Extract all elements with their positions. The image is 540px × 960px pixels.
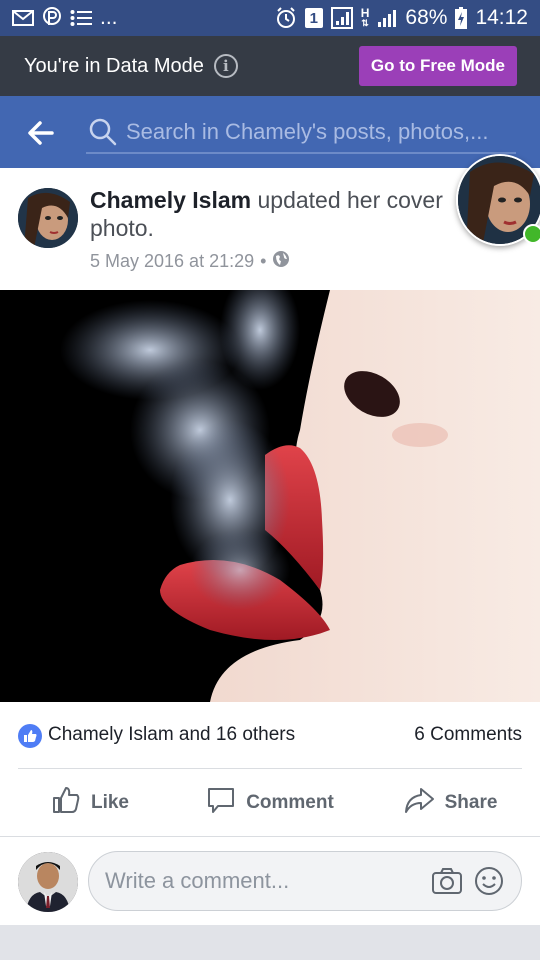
comments-count[interactable]: 6 Comments — [414, 724, 522, 746]
facebook-post-page: ... 1 H ⇅ 68% 14:12 You're in Data Mode … — [0, 0, 540, 960]
battery-charging-icon — [455, 7, 468, 29]
list-icon — [70, 9, 92, 27]
battery-percent: 68% — [405, 6, 448, 29]
comment-label: Comment — [246, 792, 334, 813]
data-mode-bar: You're in Data Mode i Go to Free Mode — [0, 36, 540, 96]
network-type-label: H — [360, 6, 370, 20]
like-label: Like — [90, 792, 130, 813]
parking-icon — [42, 7, 62, 29]
data-mode-message: You're in Data Mode — [24, 54, 204, 77]
mail-icon — [12, 10, 34, 26]
like-reaction-icon — [18, 724, 42, 748]
share-button[interactable]: Share — [360, 770, 540, 836]
comment-box[interactable] — [88, 851, 522, 911]
comment-input[interactable] — [105, 868, 421, 894]
like-button[interactable]: Like — [0, 770, 180, 836]
reactions-summary[interactable]: Chamely Islam and 16 others — [48, 724, 295, 746]
author-avatar[interactable] — [18, 188, 78, 248]
user-avatar[interactable] — [18, 852, 78, 912]
author-name[interactable]: Chamely Islam — [90, 187, 251, 213]
search-icon — [88, 117, 118, 147]
share-arrow-icon — [403, 785, 435, 821]
globe-icon — [272, 250, 290, 273]
status-bar: ... 1 H ⇅ 68% 14:12 — [0, 0, 540, 36]
network-type-icon: H ⇅ — [360, 6, 370, 28]
search-input[interactable] — [126, 119, 516, 145]
emoji-icon[interactable] — [473, 865, 505, 897]
comment-button[interactable]: Comment — [180, 770, 360, 836]
sim-icon: 1 — [304, 8, 323, 28]
online-status-dot — [523, 224, 540, 244]
camera-icon[interactable] — [431, 865, 463, 897]
back-arrow-icon[interactable] — [26, 118, 56, 148]
clock: 14:12 — [475, 6, 528, 29]
share-label: Share — [444, 792, 498, 813]
go-to-free-mode-button[interactable]: Go to Free Mode — [358, 46, 517, 86]
divider — [18, 768, 522, 769]
search-header — [0, 96, 540, 168]
post-date[interactable]: 5 May 2016 at 21:29 — [90, 251, 254, 272]
more-notifications: ... — [100, 6, 118, 29]
meta-separator: • — [260, 251, 267, 271]
alarm-icon — [275, 7, 297, 29]
reactions-row: Chamely Islam and 16 others 6 Comments — [0, 702, 540, 770]
info-icon[interactable]: i — [213, 54, 238, 78]
post-meta: 5 May 2016 at 21:29 • — [90, 250, 290, 273]
speech-bubble-icon — [206, 785, 236, 821]
search-field[interactable] — [86, 112, 516, 154]
cover-photo[interactable] — [0, 290, 540, 702]
signal-strength-icon — [377, 9, 397, 27]
post-title: Chamely Islam updated her cover photo. — [90, 186, 470, 242]
thumbs-up-icon — [51, 785, 81, 821]
comment-composer — [0, 837, 540, 925]
bottom-feed-gap — [0, 925, 540, 960]
post-actions: Like Comment Share — [0, 770, 540, 836]
signal-box-icon — [330, 7, 353, 29]
